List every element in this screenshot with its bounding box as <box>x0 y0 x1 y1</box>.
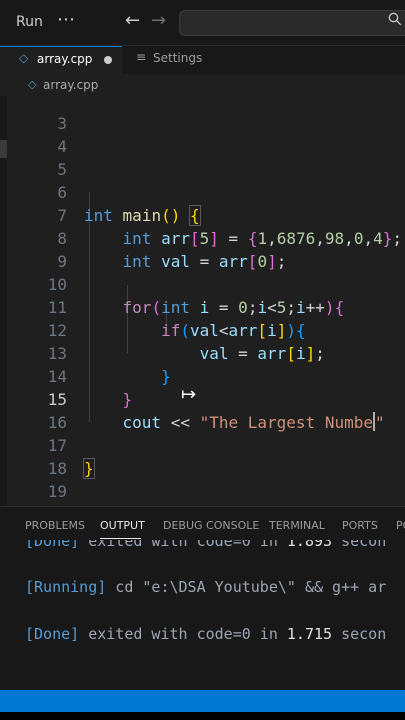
code-editor[interactable]: 3 4 5 6 int main() { 7 int arr[5] = {1,6… <box>7 96 405 506</box>
output-line: [Done] exited with code=0 in 1.893 secon <box>25 540 387 550</box>
unsaved-dot-icon[interactable] <box>104 56 112 64</box>
status-bar <box>0 690 405 712</box>
cpp-file-icon: ◇ <box>19 51 29 65</box>
command-center-search[interactable] <box>179 10 405 36</box>
forward-arrow-icon[interactable]: → <box>151 10 166 31</box>
tab-array-cpp[interactable]: ◇ array.cpp <box>0 46 122 74</box>
code-line-7: 7 int arr[5] = {1,6876,98,0,4}; <box>7 181 405 248</box>
code-line-18: 18 <box>7 434 405 478</box>
code-line-12: 12 val = arr[i]; <box>7 296 405 363</box>
panel-tab-bar: PROBLEMS OUTPUT DEBUG CONSOLE TERMINAL P… <box>0 506 405 540</box>
tab-terminal[interactable]: TERMINAL <box>269 519 325 532</box>
title-bar: Run ⋯ ← → <box>0 0 405 46</box>
code-line-3: 3 <box>7 96 405 133</box>
menu-run[interactable]: Run <box>16 14 43 30</box>
code-line-14: 14 } <box>7 342 405 409</box>
tab-label: array.cpp <box>37 52 93 66</box>
activity-indicator <box>0 140 7 158</box>
code-line-17: 17 } <box>7 411 405 479</box>
code-line-11: 11 if(val<arr[i]){ <box>7 273 405 340</box>
output-line: [Done] exited with code=0 in 1.715 secon <box>25 625 387 643</box>
search-icon[interactable] <box>388 12 402 26</box>
tab-problems[interactable]: PROBLEMS <box>25 519 85 532</box>
output-line: [Running] cd "e:\DSA Youtube\" && g++ ar <box>25 578 387 596</box>
active-tab-underline <box>100 538 141 539</box>
code-line-6: 6 int main() { <box>7 158 405 226</box>
tab-overflow[interactable]: PO <box>396 519 405 532</box>
settings-icon: ≡ <box>136 50 147 64</box>
output-panel[interactable]: [Done] exited with code=0 in 1.893 secon… <box>0 540 405 690</box>
more-menu-icon[interactable]: ⋯ <box>57 9 76 30</box>
mouse-ibeam-cursor-icon: ↦ <box>181 384 197 405</box>
tab-debug-console[interactable]: DEBUG CONSOLE <box>163 519 259 532</box>
breadcrumb-file[interactable]: array.cpp <box>43 78 98 92</box>
tab-label: Settings <box>153 51 203 65</box>
code-line-8: 8 int val = arr[0]; <box>7 204 405 271</box>
code-line-5: 5 <box>7 135 405 179</box>
back-arrow-icon[interactable]: ← <box>125 10 140 31</box>
editor-tab-bar: ◇ array.cpp ≡ Settings <box>0 46 405 74</box>
tab-ports[interactable]: PORTS <box>342 519 378 532</box>
code-line-20: 20 <box>7 480 405 506</box>
cpp-file-icon: ◇ <box>28 78 37 91</box>
code-line-15: 15 cout << "The Largest Numbe " <box>7 365 405 432</box>
code-line-9: 9 <box>7 227 405 271</box>
breadcrumb: ◇ array.cpp <box>0 74 405 96</box>
code-line-16: 16 <box>7 388 405 432</box>
tab-settings[interactable]: ≡ Settings <box>122 46 237 74</box>
tab-output[interactable]: OUTPUT <box>100 519 145 532</box>
bottom-edge <box>0 712 405 720</box>
code-line-19: 19 <box>7 457 405 501</box>
code-line-13: 13 } <box>7 319 405 386</box>
code-line-4: 4 <box>7 112 405 156</box>
code-line-10: 10 for(int i = 0;i<5;i++){ <box>7 250 405 317</box>
